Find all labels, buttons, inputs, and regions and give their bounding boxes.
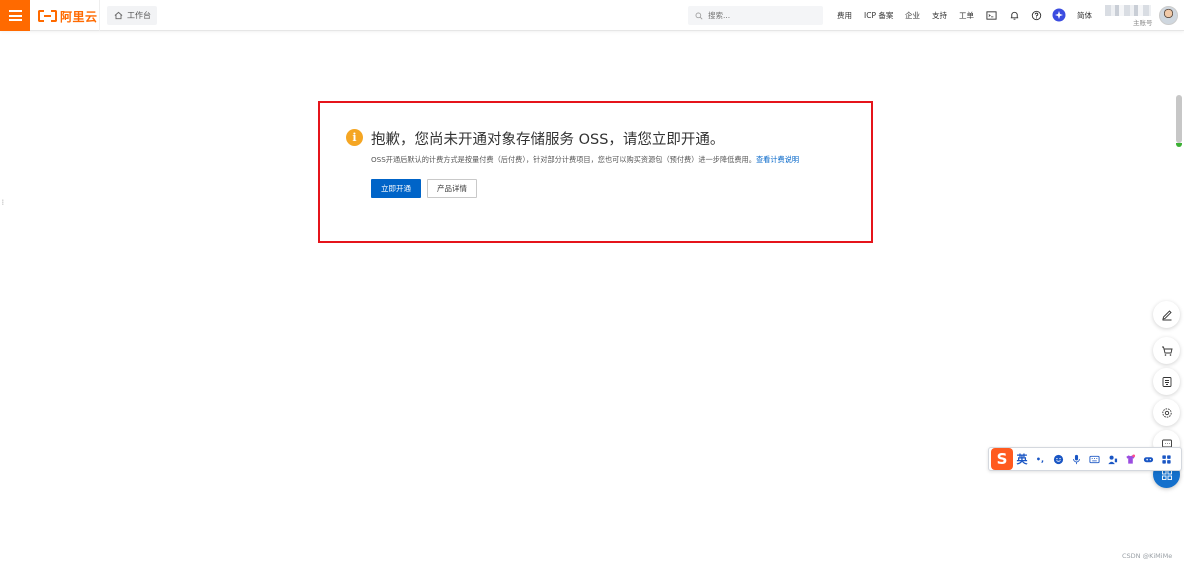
bell-icon[interactable] — [1008, 9, 1020, 21]
user-account-type: 主账号 — [1133, 19, 1153, 27]
scrollbar[interactable] — [1176, 95, 1182, 147]
emoji-icon[interactable] — [1049, 448, 1067, 470]
search-box[interactable] — [688, 6, 823, 25]
activate-now-button[interactable]: 立即开通 — [371, 179, 421, 198]
toolbox-icon[interactable] — [1157, 448, 1175, 470]
microphone-icon[interactable] — [1067, 448, 1085, 470]
watermark: CSDN @KiMiMe — [1122, 552, 1173, 560]
notice-highlight-frame — [318, 101, 873, 243]
ime-mode-toggle[interactable]: 英 — [1013, 448, 1031, 470]
game-icon[interactable] — [1139, 448, 1157, 470]
header-divider — [99, 0, 100, 31]
notice-title: 抱歉，您尚未开通对象存储服务 OSS，请您立即开通。 — [371, 132, 725, 148]
menu-button[interactable] — [0, 0, 30, 31]
cart-button[interactable] — [1153, 337, 1180, 364]
top-navigation-bar: 阿里云 工作台 费用 ICP 备案 企业 支持 工单 简体 主账号 — [0, 0, 1184, 31]
nav-icp[interactable]: ICP 备案 — [864, 10, 893, 21]
edit-icon — [1161, 309, 1172, 320]
ime-toolbar: S 英 •, — [988, 447, 1182, 471]
search-icon — [695, 12, 703, 19]
workbench-label: 工作台 — [127, 11, 151, 20]
help-icon[interactable] — [1030, 9, 1042, 21]
document-icon — [1162, 376, 1171, 387]
aliyun-logo[interactable]: 阿里云 — [38, 8, 98, 24]
document-button[interactable] — [1153, 368, 1180, 395]
page-edge-mark: ⋮ — [0, 199, 6, 206]
keyboard-icon[interactable] — [1085, 448, 1103, 470]
ime-logo[interactable]: S — [991, 448, 1013, 470]
edit-button[interactable] — [1153, 301, 1180, 328]
nav-language[interactable]: 简体 — [1077, 10, 1092, 21]
product-details-button[interactable]: 产品详情 — [427, 179, 477, 198]
settings-button[interactable] — [1153, 399, 1180, 426]
menu-icon — [8, 10, 22, 21]
user-account-name[interactable] — [1105, 5, 1151, 16]
search-input[interactable] — [708, 11, 808, 20]
info-icon: i — [346, 129, 363, 146]
cart-icon — [1161, 346, 1173, 356]
notice-description: OSS开通后默认的计费方式是按量付费（后付费），针对部分计费项目，您也可以购买资… — [371, 155, 799, 165]
home-icon — [114, 11, 123, 20]
terminal-icon[interactable] — [985, 9, 997, 21]
nav-enterprise[interactable]: 企业 — [905, 10, 920, 21]
logo-text: 阿里云 — [60, 9, 98, 24]
settings-icon — [1161, 407, 1172, 418]
user-voice-icon[interactable] — [1103, 448, 1121, 470]
notice-description-text: OSS开通后默认的计费方式是按量付费（后付费），针对部分计费项目，您也可以购买资… — [371, 155, 756, 164]
nav-fees[interactable]: 费用 — [837, 10, 852, 21]
workbench-button[interactable]: 工作台 — [107, 6, 157, 25]
ime-punctuation-toggle[interactable]: •, — [1031, 448, 1049, 470]
skin-icon[interactable] — [1121, 448, 1139, 470]
aliyun-logo-mark — [38, 10, 57, 22]
nav-tickets[interactable]: 工单 — [959, 10, 974, 21]
avatar[interactable] — [1159, 6, 1178, 25]
ai-assistant-icon[interactable] — [1052, 8, 1066, 22]
nav-support[interactable]: 支持 — [932, 10, 947, 21]
pricing-link[interactable]: 查看计费说明 — [756, 155, 799, 164]
